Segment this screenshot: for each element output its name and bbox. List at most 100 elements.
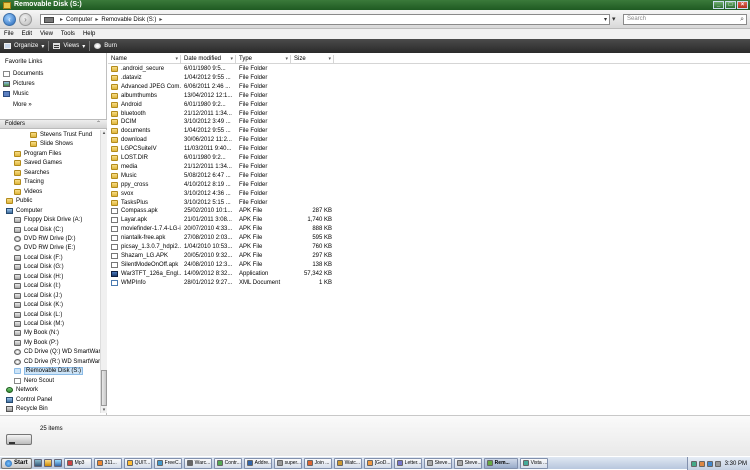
menu-help[interactable]: Help: [79, 31, 99, 37]
taskbar-button[interactable]: Letter...: [393, 457, 422, 469]
file-row[interactable]: download 30/06/2012 11:2... File Folder: [108, 136, 750, 145]
tree-item[interactable]: Saved Games: [14, 159, 62, 167]
tree-item[interactable]: DVD RW Drive (D:): [14, 235, 76, 243]
tray-icon[interactable]: [698, 460, 705, 467]
column-size[interactable]: Size ▾: [291, 55, 334, 64]
tree-item[interactable]: Computer: [6, 207, 42, 215]
tree-item[interactable]: Local Disk (F:): [14, 254, 63, 262]
tree-item[interactable]: Removable Disk (S:): [14, 367, 84, 376]
recent-pages-dropdown-icon[interactable]: ▾: [612, 14, 620, 25]
quick-launch-icon[interactable]: [53, 459, 62, 467]
tree-item[interactable]: Tracing: [14, 178, 44, 186]
file-row[interactable]: WMPInfo 28/01/2012 9:27... XML Document 1 K…: [108, 279, 750, 288]
organize-button[interactable]: Organize ▾: [0, 39, 48, 53]
file-row[interactable]: SilentModeOnOff.apk 24/08/2010 12:3... APK…: [108, 261, 750, 270]
burn-button[interactable]: Burn: [90, 39, 121, 53]
taskbar-button[interactable]: QUIT...: [123, 457, 152, 469]
tree-item[interactable]: Local Disk (J:): [14, 292, 62, 300]
file-row[interactable]: Advanced JPEG Com... 6/06/2011 2:46 ... Fi…: [108, 83, 750, 92]
address-bar[interactable]: ▸ Computer ▸ Removable Disk (S:) ▸ ▾: [40, 14, 610, 25]
forward-button[interactable]: ›: [19, 13, 32, 26]
menu-view[interactable]: View: [36, 31, 57, 37]
tree-item[interactable]: Network: [6, 386, 38, 394]
tree-item[interactable]: Videos: [14, 188, 42, 196]
file-row[interactable]: TasksPlus 3/10/2012 5:15 ... File Folder: [108, 199, 750, 208]
tree-item[interactable]: Nero Scout: [14, 377, 54, 385]
tree-item[interactable]: Recycle Bin: [6, 405, 48, 413]
tree-item[interactable]: Local Disk (I:): [14, 282, 61, 290]
favorite-music[interactable]: Music: [3, 91, 29, 97]
taskbar-button[interactable]: Watc...: [333, 457, 362, 469]
address-dropdown-icon[interactable]: ▾: [604, 16, 607, 23]
column-type[interactable]: Type ▾: [236, 55, 291, 64]
quick-launch-icon[interactable]: [43, 459, 52, 467]
chevron-down-icon[interactable]: ▾: [285, 55, 288, 64]
close-button[interactable]: ×: [737, 1, 748, 9]
file-row[interactable]: LOST.DIR 6/01/1980 9:2... File Folder: [108, 154, 750, 163]
favorite-documents[interactable]: Documents: [3, 71, 43, 77]
file-row[interactable]: picsay_1.3.0.7_hdpi2... 1/04/2010 10:53..…: [108, 243, 750, 252]
taskbar-button[interactable]: [GoD...: [363, 457, 392, 469]
title-bar[interactable]: Removable Disk (S:) _ □ ×: [0, 0, 750, 10]
minimize-button[interactable]: _: [713, 1, 724, 9]
column-name[interactable]: Name ▾: [108, 55, 181, 64]
file-row[interactable]: ppy_cross 4/10/2012 8:19 ... File Folder: [108, 181, 750, 190]
file-row[interactable]: LGPCSuiteIV 11/03/2011 9:40... File Folder: [108, 145, 750, 154]
breadcrumb-computer[interactable]: Computer: [66, 17, 92, 23]
back-button[interactable]: ‹: [3, 13, 16, 26]
file-row[interactable]: .android_secure 6/01/1980 9:5... File Fold…: [108, 65, 750, 74]
search-input[interactable]: Search ⌕: [623, 14, 747, 25]
clock[interactable]: 3:30 PM: [725, 461, 747, 467]
menu-tools[interactable]: Tools: [57, 31, 79, 37]
tree-item[interactable]: My Book (N:): [14, 329, 59, 337]
chevron-down-icon[interactable]: ▾: [175, 55, 178, 64]
file-row[interactable]: Music 5/08/2012 6:47 ... File Folder: [108, 172, 750, 181]
taskbar-button[interactable]: Vista ...: [519, 457, 548, 469]
tree-item[interactable]: Public: [6, 197, 32, 205]
file-row[interactable]: War3TFT_126a_Engl... 14/09/2012 8:32... Ap…: [108, 270, 750, 279]
tree-item[interactable]: Local Disk (G:): [14, 263, 64, 271]
breadcrumb-removable-disk[interactable]: Removable Disk (S:): [101, 17, 156, 23]
search-icon[interactable]: ⌕: [740, 15, 744, 24]
more-links[interactable]: More »: [13, 102, 32, 108]
taskbar-button[interactable]: Steve...: [423, 457, 452, 469]
tree-item[interactable]: Searches: [14, 169, 49, 177]
file-row[interactable]: Layar.apk 21/01/2011 3:08... APK File 1,740…: [108, 216, 750, 225]
taskbar-button[interactable]: Warc...: [183, 457, 212, 469]
scrollbar-thumb[interactable]: [101, 370, 107, 406]
favorite-pictures[interactable]: Pictures: [3, 81, 35, 87]
file-row[interactable]: svox 3/10/2012 4:36 ... File Folder: [108, 190, 750, 199]
tree-item[interactable]: CD Drive (R:) WD SmartWare: [14, 358, 100, 366]
scroll-up-icon[interactable]: ▴: [101, 130, 107, 136]
tree-item[interactable]: Floppy Disk Drive (A:): [14, 216, 82, 224]
taskbar-button[interactable]: 311...: [93, 457, 122, 469]
column-date-modified[interactable]: Date modified ▾: [181, 55, 236, 64]
taskbar-button[interactable]: Contr...: [213, 457, 242, 469]
tree-item[interactable]: Local Disk (C:): [14, 226, 63, 234]
tree-item[interactable]: My Book (P:): [14, 339, 59, 347]
tree-item[interactable]: Slide Shows: [30, 140, 73, 148]
chevron-down-icon[interactable]: ▾: [230, 55, 233, 64]
taskbar-button[interactable]: Join ...: [303, 457, 332, 469]
tray-icon[interactable]: [706, 460, 713, 467]
menu-edit[interactable]: Edit: [18, 31, 36, 37]
tree-item[interactable]: Local Disk (L:): [14, 311, 62, 319]
volume-icon[interactable]: [714, 460, 721, 467]
file-row[interactable]: media 21/12/2011 1:34... File Folder: [108, 163, 750, 172]
file-row[interactable]: documents 1/04/2012 9:55 ... File Folder: [108, 127, 750, 136]
file-row[interactable]: albumthumbs 13/04/2012 12:1... File Folder: [108, 92, 750, 101]
file-row[interactable]: moviefinder-1.7.4-LG-i... 20/07/2010 4:33…: [108, 225, 750, 234]
file-row[interactable]: niantalk-free.apk 27/08/2010 2:03... APK F…: [108, 234, 750, 243]
file-row[interactable]: Compass.apk 25/02/2010 10:1... APK File 287…: [108, 207, 750, 216]
folder-tree-scrollbar[interactable]: ▴ ▾: [100, 130, 107, 413]
views-button[interactable]: Views ▾: [49, 39, 89, 53]
tree-item[interactable]: Local Disk (H:): [14, 273, 63, 281]
file-row[interactable]: .dataviz 1/04/2012 9:55 ... File Folder: [108, 74, 750, 83]
tray-icon[interactable]: [690, 460, 697, 467]
maximize-button[interactable]: □: [725, 1, 736, 9]
tree-item[interactable]: DVD RW Drive (E:): [14, 244, 75, 252]
taskbar-button[interactable]: Mp3: [63, 457, 92, 469]
taskbar-button[interactable]: Rem...: [483, 457, 518, 469]
file-row[interactable]: DCIM 3/10/2012 3:49 ... File Folder: [108, 118, 750, 127]
chevron-down-icon[interactable]: ▾: [328, 55, 331, 64]
